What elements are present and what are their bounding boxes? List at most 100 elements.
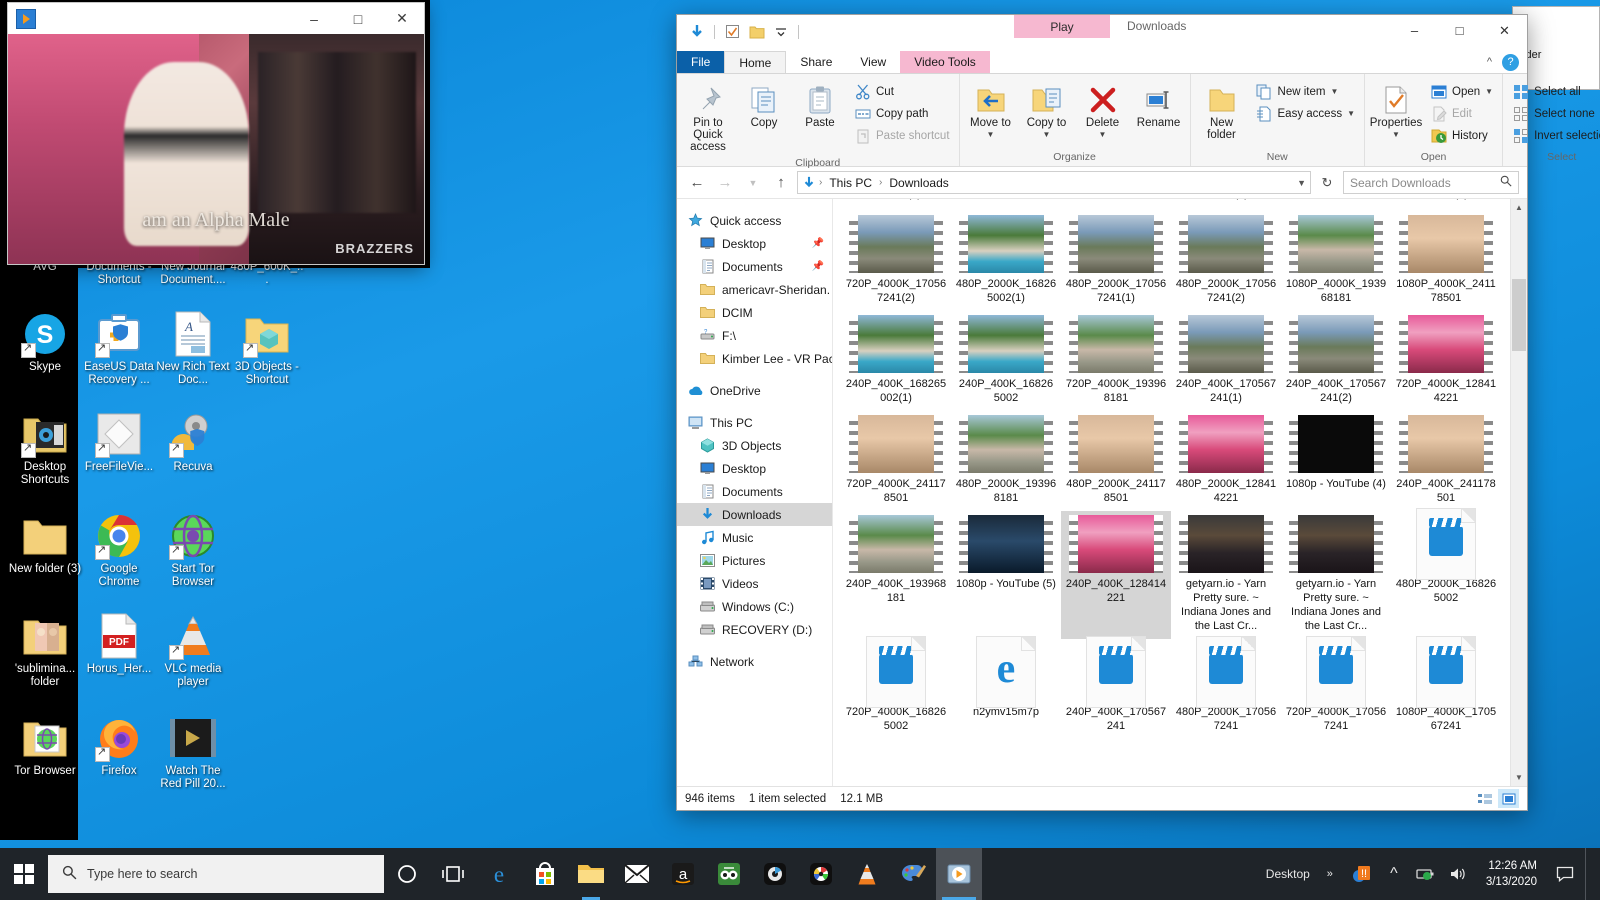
copy-path-button[interactable]: Copy path	[849, 103, 955, 124]
new-folder-button[interactable]: New folder	[1195, 79, 1249, 145]
sidebar-item-americavr-sheridan[interactable]: americavr-Sheridan.	[677, 278, 832, 301]
tab-share[interactable]: Share	[786, 51, 846, 73]
sidebar-item-3d-objects[interactable]: 3D Objects	[677, 434, 832, 457]
edit-button[interactable]: Edit	[1425, 103, 1498, 124]
vertical-scrollbar[interactable]: ▲ ▼	[1510, 199, 1527, 786]
scissors-button[interactable]: Cut	[849, 81, 955, 102]
pin-icon[interactable]: 📌	[812, 261, 824, 272]
desktop-icon-new-folder-3[interactable]: New folder (3)	[8, 512, 82, 576]
tab-video-tools[interactable]: Video Tools	[900, 51, 990, 73]
file-item[interactable]: 720P_4000K_241178501	[841, 411, 951, 511]
file-item[interactable]: 1080P_4000K_193968181	[1281, 211, 1391, 311]
breadcrumb-item-downloads[interactable]: Downloads	[885, 175, 952, 191]
tab-home[interactable]: Home	[724, 51, 787, 73]
chevron-down-icon[interactable]: ▼	[1485, 87, 1493, 96]
move-to-button[interactable]: Move to ▼	[964, 79, 1018, 145]
file-item[interactable]: 240P_400K_170567241	[1061, 636, 1171, 739]
sidebar-item-this-pc[interactable]: This PC	[677, 411, 832, 434]
file-item[interactable]: 720P_4000K_168265002	[841, 636, 951, 739]
forward-arrow-icon[interactable]: →	[713, 171, 737, 195]
scroll-down-arrow[interactable]: ▼	[1511, 769, 1527, 786]
sidebar-item-videos[interactable]: Videos	[677, 572, 832, 595]
open-button[interactable]: Open ▼	[1425, 81, 1498, 102]
file-item[interactable]: 720P_4000K_170567241(2)	[841, 211, 951, 311]
chevron-down-icon[interactable]: ▼	[987, 129, 995, 141]
rename-button[interactable]: Rename	[1132, 79, 1186, 133]
large-icons-view-icon[interactable]	[1498, 789, 1519, 808]
desktop-icon-tor-browser[interactable]: Tor Browser	[8, 714, 82, 778]
windows-start-icon[interactable]	[0, 848, 48, 900]
maximize-button[interactable]: □	[1437, 15, 1482, 46]
chevron-down-icon[interactable]: ▼	[1099, 129, 1107, 141]
desktop-icon-new-rich-text-doc[interactable]: A New Rich Text Doc...	[156, 310, 230, 387]
copy-button[interactable]: Copy	[737, 79, 791, 133]
battery-icon[interactable]	[1414, 862, 1438, 886]
desktop-icon-firefox[interactable]: Firefox	[82, 714, 156, 778]
sidebar-item-documents[interactable]: Documents 📌	[677, 255, 832, 278]
file-item[interactable]: 240P_400K_193968181	[841, 511, 951, 639]
close-button[interactable]: ✕	[1482, 15, 1527, 46]
taskbar-microsoft-store-icon[interactable]	[522, 848, 568, 900]
file-item[interactable]: 480P_2000K_168265002	[1391, 508, 1501, 639]
select-all-button[interactable]: Select all	[1507, 81, 1600, 102]
search-input[interactable]: Search Downloads	[1343, 171, 1519, 194]
taskbar-cortana-icon[interactable]	[384, 848, 430, 900]
file-item[interactable]: 480P_2000K_168265002(1)	[951, 211, 1061, 311]
help-icon[interactable]: ?	[1502, 53, 1519, 71]
sidebar-item-kimber-lee-vr-pac[interactable]: Kimber Lee - VR Pac	[677, 347, 832, 370]
explorer-titlebar[interactable]: Play Downloads – □ ✕	[677, 15, 1527, 51]
scroll-up-arrow[interactable]: ▲	[1511, 199, 1527, 216]
sidebar-item-recovery-d[interactable]: RECOVERY (D:)	[677, 618, 832, 641]
properties-checkbox-icon[interactable]	[723, 22, 742, 41]
chevron-down-icon[interactable]: ▼	[1330, 87, 1338, 96]
taskbar-amazon-icon[interactable]: a	[660, 848, 706, 900]
taskbar-mail-icon[interactable]	[614, 848, 660, 900]
chevron-down-icon[interactable]: ▼	[1297, 178, 1306, 188]
paste-button[interactable]: Paste	[793, 79, 847, 133]
taskbar-vlc-icon[interactable]	[844, 848, 890, 900]
tab-view[interactable]: View	[846, 51, 900, 73]
file-explorer-window[interactable]: Play Downloads – □ ✕ File Home Share View Vi…	[676, 14, 1600, 811]
taskbar-media-player-icon[interactable]	[936, 848, 982, 900]
chevron-down-icon[interactable]: ▼	[1043, 129, 1051, 141]
desktop-icon-watch-the-red-pill-20[interactable]: Watch The Red Pill 20...	[156, 714, 230, 791]
file-item[interactable]: 480P_2000K_241178501	[1061, 411, 1171, 511]
desktop-icon-skype[interactable]: S Skype	[8, 310, 82, 374]
new-folder-icon[interactable]	[747, 22, 766, 41]
taskbar-cyberlink-icon[interactable]	[752, 848, 798, 900]
taskbar-task-view-icon[interactable]	[430, 848, 476, 900]
desktop-icon-easeus-data-recovery[interactable]: EaseUS Data Recovery ...	[82, 310, 156, 387]
desktop-icon-3d-objects-shortcut[interactable]: 3D Objects - Shortcut	[230, 310, 304, 387]
file-item[interactable]: 480P_2000K_170567241	[1171, 636, 1281, 739]
copy-to-button[interactable]: Copy to ▼	[1020, 79, 1074, 145]
taskbar-file-explorer-icon[interactable]	[568, 848, 614, 900]
file-item[interactable]: 720P_4000K_128414221	[1391, 311, 1501, 411]
file-item[interactable]: 240P_400K_16826 5002	[951, 311, 1061, 411]
maximize-button[interactable]: □	[336, 3, 380, 34]
taskbar-paint-icon[interactable]	[890, 848, 936, 900]
taskbar-photo-viewer-icon[interactable]	[798, 848, 844, 900]
file-list-view[interactable]: 720P_4000K_170567241(2) 480P_2000K_168265…	[833, 199, 1527, 786]
desktop-icon-start-tor-browser[interactable]: Start Tor Browser	[156, 512, 230, 589]
easy-access-button[interactable]: Easy access ▼	[1251, 103, 1360, 124]
desktop-icon-horus-her[interactable]: PDF Horus_Her...	[82, 612, 156, 676]
video-surface[interactable]: am an Alpha Male BRAZZERS	[8, 34, 424, 264]
pin-icon[interactable]: 📌	[812, 238, 824, 249]
downloads-icon[interactable]	[687, 22, 706, 41]
file-item[interactable]: 240P_400K_128414221	[1061, 511, 1171, 639]
volume-icon[interactable]	[1446, 862, 1470, 886]
file-item[interactable]: getyarn.io - Yarn Pretty sure. ~ Indiana…	[1281, 511, 1391, 639]
sidebar-item-pictures[interactable]: Pictures	[677, 549, 832, 572]
taskbar-tripadvisor-icon[interactable]	[706, 848, 752, 900]
sidebar-item-downloads[interactable]: Downloads	[677, 503, 832, 526]
sidebar-item-quick-access[interactable]: Quick access	[677, 209, 832, 232]
up-arrow-icon[interactable]: ↑	[769, 171, 793, 195]
chevron-overflow-icon[interactable]: »	[1318, 862, 1342, 886]
refresh-icon[interactable]: ↻	[1315, 171, 1339, 195]
avg-tray-icon[interactable]: !!	[1350, 862, 1374, 886]
file-item[interactable]: getyarn.io - Yarn Pretty sure. ~ Indiana…	[1171, 511, 1281, 639]
file-item[interactable]: 240P_400K_241178501	[1391, 411, 1501, 511]
show-hidden-icons-icon[interactable]: ^	[1382, 862, 1406, 886]
desktop-icon-vlc-media-player[interactable]: VLC media player	[156, 612, 230, 689]
file-item[interactable]: 240P_400K_170567241(2)	[1281, 311, 1391, 411]
